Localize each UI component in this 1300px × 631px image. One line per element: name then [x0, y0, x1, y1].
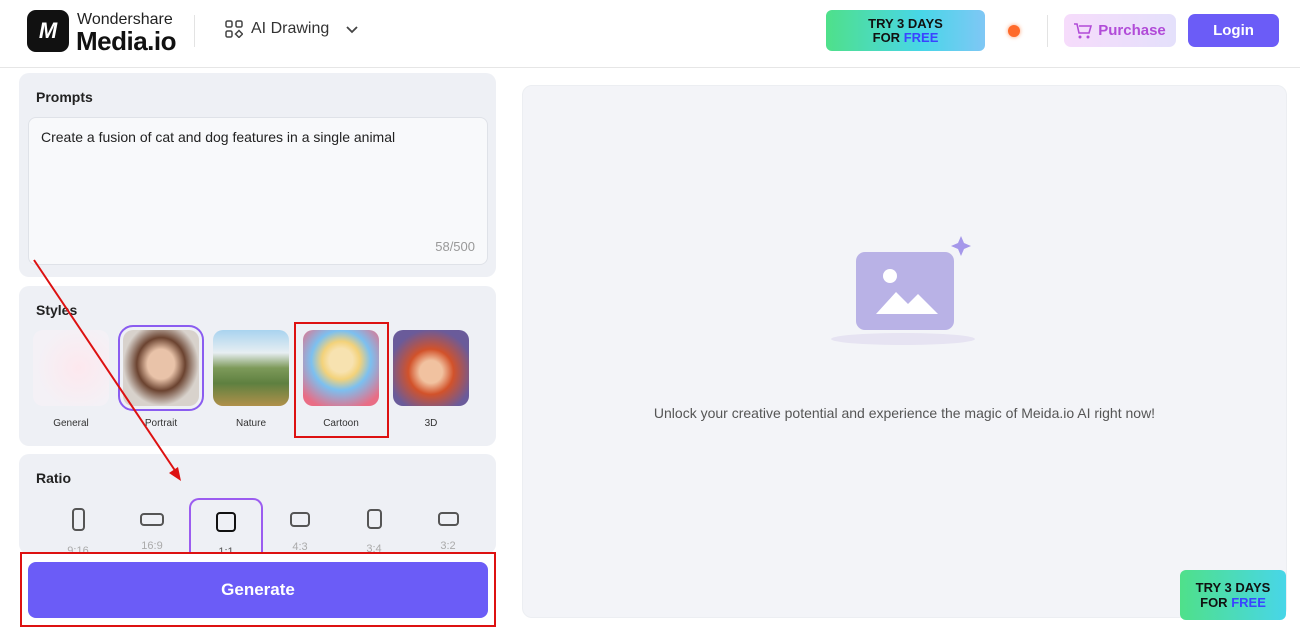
promo-line1: TRY 3 DAYS — [1195, 580, 1271, 595]
style-label: Nature — [235, 418, 266, 429]
generate-highlight-box: Generate — [20, 552, 496, 627]
cartoon-highlight-box — [294, 322, 389, 438]
ratio-square-icon — [216, 512, 236, 532]
style-thumbnail — [118, 325, 204, 411]
try-free-banner[interactable]: TRY 3 DAYS FOR FREE — [826, 10, 985, 51]
style-label: 3D — [424, 418, 438, 429]
preview-area: Unlock your creative potential and exper… — [522, 85, 1287, 618]
promo-free: FREE — [1231, 595, 1266, 610]
tool-menu-dropdown[interactable]: AI Drawing — [225, 20, 359, 38]
ratio-label: 16:9 — [141, 540, 163, 552]
floating-try-free-badge[interactable]: TRY 3 DAYS FOR FREE — [1180, 570, 1286, 620]
ratio-label: 3:2 — [440, 540, 456, 552]
logo-mark: M — [38, 18, 58, 43]
ratio-landscape-icon — [437, 512, 459, 526]
promo-for: FOR — [1200, 595, 1228, 610]
apps-icon — [225, 20, 243, 38]
image-placeholder-icon — [831, 236, 975, 345]
style-label: Portrait — [144, 418, 178, 429]
ratio-4-3[interactable]: 4:3 — [263, 498, 337, 554]
ratio-1-1[interactable]: 1:1 — [189, 498, 263, 554]
top-header: M Wondershare Media.io AI Drawing TRY 3 … — [0, 0, 1300, 68]
login-button[interactable]: Login — [1188, 14, 1279, 47]
style-thumbnail — [213, 330, 289, 406]
ratio-title: Ratio — [36, 470, 71, 486]
style-thumbnail — [33, 330, 109, 406]
notification-dot-icon[interactable] — [1008, 25, 1020, 37]
purchase-button[interactable]: Purchase — [1064, 14, 1176, 47]
ratio-landscape-icon — [290, 512, 310, 527]
tool-menu-label: AI Drawing — [251, 20, 330, 37]
brand-name: Media.io — [76, 26, 177, 56]
style-thumbnail — [393, 330, 469, 406]
style-3d[interactable]: 3D — [391, 330, 471, 429]
style-general[interactable]: General — [31, 330, 111, 429]
ratio-3-4[interactable]: 3:4 — [337, 498, 411, 554]
prompt-input[interactable]: Create a fusion of cat and dog features … — [28, 117, 488, 265]
ratio-9-16[interactable]: 9:16 — [41, 498, 115, 554]
promo-free: FREE — [903, 29, 939, 45]
promo-for: FOR — [872, 29, 901, 45]
divider — [1047, 15, 1048, 47]
ratio-landscape-icon — [140, 513, 164, 526]
style-portrait[interactable]: Portrait — [118, 325, 204, 429]
style-label: General — [53, 418, 89, 429]
chevron-down-icon — [346, 26, 358, 34]
ratio-panel: Ratio 9:16 16:9 1:1 4:3 3:4 3:2 — [19, 454, 496, 554]
empty-state-text: Unlock your creative potential and exper… — [653, 405, 1156, 421]
generate-button[interactable]: Generate — [28, 562, 488, 618]
prompts-panel: Prompts Create a fusion of cat and dog f… — [19, 73, 496, 277]
promo-line1: TRY 3 DAYS — [868, 15, 943, 31]
ratio-3-2[interactable]: 3:2 — [411, 498, 485, 554]
prompt-text: Create a fusion of cat and dog features … — [41, 129, 396, 145]
prompts-title: Prompts — [36, 89, 93, 105]
purchase-label: Purchase — [1098, 22, 1166, 39]
ratio-16-9[interactable]: 16:9 — [115, 498, 189, 554]
media-io-logo[interactable]: M — [27, 10, 69, 52]
styles-title: Styles — [36, 302, 78, 318]
style-nature[interactable]: Nature — [211, 330, 291, 429]
char-count: 58/500 — [435, 239, 475, 254]
divider — [194, 15, 195, 47]
styles-panel: Styles General Portrait Nature Cartoon 3… — [19, 286, 496, 446]
cart-icon — [1074, 22, 1093, 38]
ratio-portrait-icon — [366, 509, 382, 529]
ratio-portrait-icon — [71, 508, 85, 531]
